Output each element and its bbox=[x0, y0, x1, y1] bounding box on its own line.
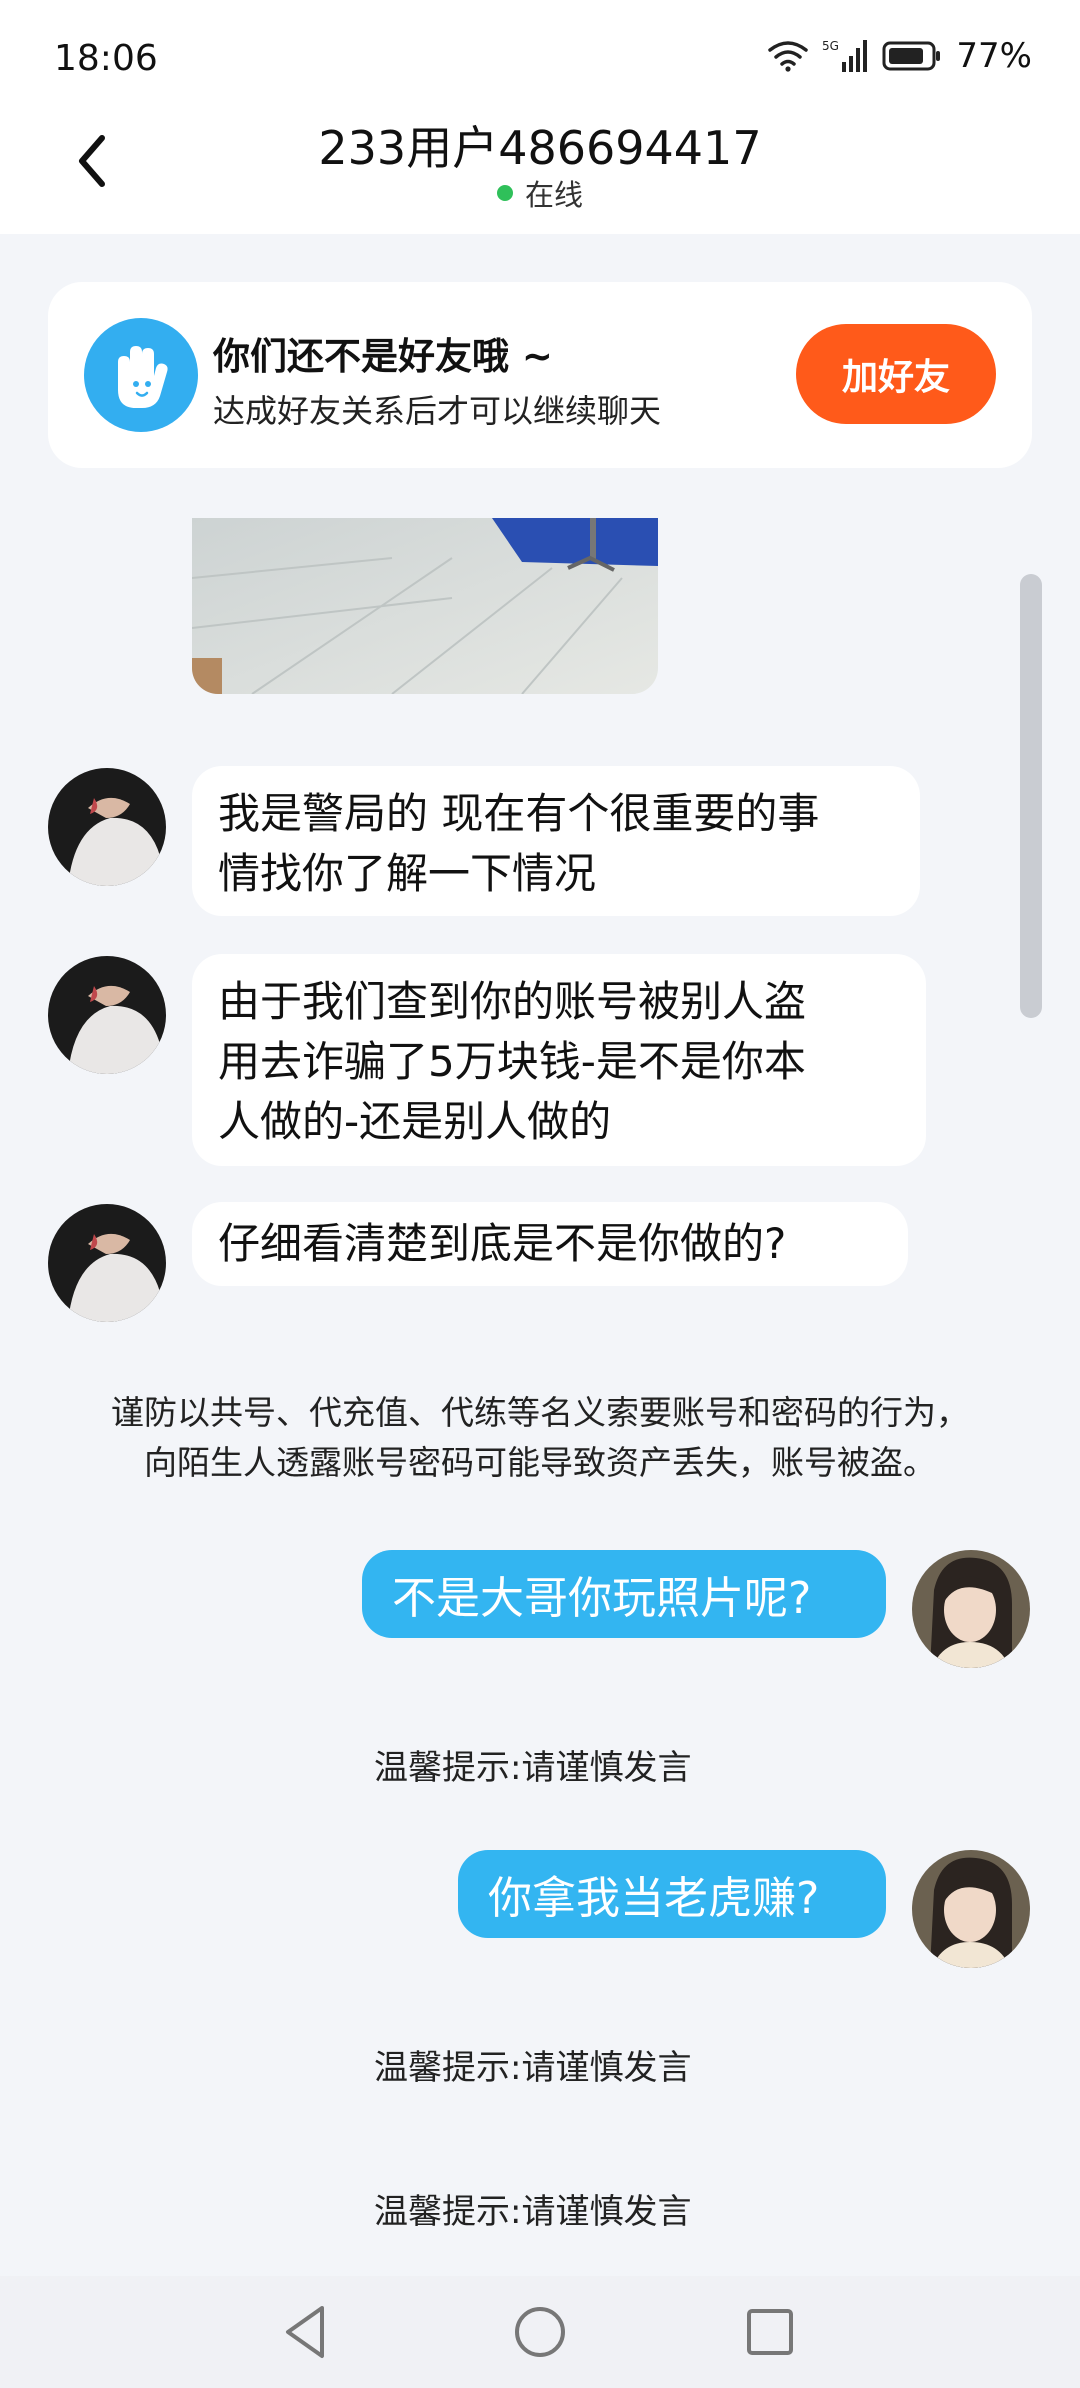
nav-home-icon[interactable] bbox=[508, 2300, 572, 2364]
message-line: 情找你了解一下情况 bbox=[218, 849, 597, 898]
warning-tip: 温馨提示:请谨慎发言 bbox=[374, 2192, 692, 2232]
signal-icon: 5G bbox=[822, 39, 868, 72]
status-icons: 5G 77% bbox=[768, 36, 1032, 76]
notice-line: 向陌生人透露账号密码可能导致资产丢失，账号被盗。 bbox=[144, 1443, 936, 1482]
message-bubble-in[interactable]: 由于我们查到你的账号被别人盗 用去诈骗了5万块钱-是不是你本 人做的-还是别人做… bbox=[192, 954, 926, 1166]
system-nav-bar bbox=[0, 2276, 1080, 2388]
battery-percent: 77% bbox=[956, 36, 1032, 76]
my-avatar[interactable] bbox=[912, 1550, 1030, 1668]
battery-icon bbox=[882, 41, 941, 71]
online-label: 在线 bbox=[524, 178, 583, 212]
message-bubble-in[interactable]: 仔细看清楚到底是不是你做的? bbox=[192, 1202, 908, 1286]
warning-tip: 温馨提示:请谨慎发言 bbox=[374, 2048, 692, 2088]
security-notice: 谨防以共号、代充值、代练等名义索要账号和密码的行为， 向陌生人透露账号密码可能导… bbox=[60, 1388, 1020, 1488]
notice-line: 谨防以共号、代充值、代练等名义索要账号和密码的行为， bbox=[111, 1393, 969, 1432]
message-line: 人做的-还是别人做的 bbox=[218, 1097, 612, 1146]
top-bar: 18:06 5G 77% 233用户486694417 在线 bbox=[0, 0, 1080, 234]
hand-mascot-icon bbox=[84, 318, 198, 432]
sender-avatar[interactable] bbox=[48, 1204, 166, 1322]
banner-title: 你们还不是好友哦 ~ bbox=[213, 335, 553, 378]
network-label: 5G bbox=[822, 39, 839, 53]
message-line: 由于我们查到你的账号被别人盗 bbox=[218, 977, 807, 1026]
sender-avatar[interactable] bbox=[48, 768, 166, 886]
message-bubble-out[interactable]: 你拿我当老虎赚? bbox=[458, 1850, 886, 1938]
friend-banner: 你们还不是好友哦 ~ 达成好友关系后才可以继续聊天 加好友 bbox=[48, 282, 1032, 468]
message-line: 我是警局的 现在有个很重要的事 bbox=[218, 789, 820, 838]
online-dot bbox=[496, 185, 513, 201]
status-time: 18:06 bbox=[54, 38, 158, 79]
scrollbar[interactable] bbox=[1020, 574, 1042, 1018]
my-avatar[interactable] bbox=[912, 1850, 1030, 1968]
nav-recents-icon[interactable] bbox=[738, 2300, 802, 2364]
chat-title: 233用户486694417 bbox=[318, 121, 762, 175]
warning-tip: 温馨提示:请谨慎发言 bbox=[374, 1748, 692, 1788]
nav-back-icon[interactable] bbox=[276, 2300, 340, 2364]
image-message[interactable] bbox=[192, 518, 658, 694]
banner-subtitle: 达成好友关系后才可以继续聊天 bbox=[213, 392, 662, 430]
sender-avatar[interactable] bbox=[48, 956, 166, 1074]
wifi-icon bbox=[768, 41, 809, 72]
message-line: 用去诈骗了5万块钱-是不是你本 bbox=[218, 1037, 806, 1086]
message-line: 仔细看清楚到底是不是你做的? bbox=[218, 1219, 787, 1268]
message-bubble-in[interactable]: 我是警局的 现在有个很重要的事 情找你了解一下情况 bbox=[192, 766, 920, 916]
message-bubble-out[interactable]: 不是大哥你玩照片呢? bbox=[362, 1550, 886, 1638]
add-friend-button[interactable]: 加好友 bbox=[796, 324, 996, 424]
online-status: 在线 bbox=[0, 172, 1080, 214]
